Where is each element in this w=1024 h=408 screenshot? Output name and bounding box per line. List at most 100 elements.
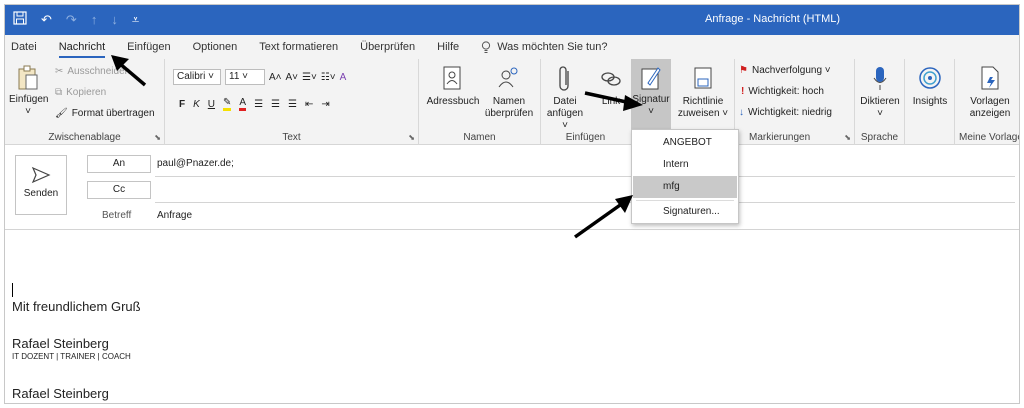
tab-ueberpruefen[interactable]: Überprüfen bbox=[360, 35, 415, 59]
bullets-icon[interactable]: ☰˅ bbox=[302, 72, 317, 83]
followup-button[interactable]: ⚑ Nachverfolgung ˅ bbox=[739, 65, 831, 76]
signature-name[interactable]: Rafael Steinberg bbox=[12, 336, 109, 351]
scissors-icon: ✂ bbox=[55, 66, 64, 77]
group-label-text: Text bbox=[282, 132, 301, 143]
font-color-icon[interactable]: A bbox=[239, 97, 247, 111]
signature-button[interactable]: Signatur ˅ bbox=[631, 59, 671, 129]
subject-field[interactable]: Anfrage bbox=[157, 210, 192, 221]
customize-qat-icon[interactable]: ⩡ bbox=[132, 12, 139, 28]
decrease-indent-icon[interactable]: ⇤ bbox=[305, 99, 313, 110]
italic-button[interactable]: K bbox=[193, 99, 200, 110]
clear-format-icon[interactable]: A bbox=[340, 72, 347, 83]
redo-icon[interactable]: ↷ bbox=[66, 12, 77, 28]
text-launcher-icon[interactable]: ⬊ bbox=[408, 133, 415, 142]
tab-text-formatieren[interactable]: Text formatieren bbox=[259, 35, 338, 59]
copy-button[interactable]: ⧉ Kopieren bbox=[55, 87, 106, 98]
addressbook-icon bbox=[443, 66, 461, 90]
tab-nachricht[interactable]: Nachricht bbox=[58, 35, 106, 59]
send-button[interactable]: Senden bbox=[15, 155, 67, 215]
tell-me-search[interactable]: Was möchten Sie tun? bbox=[481, 35, 607, 59]
numbering-icon[interactable]: ☷˅ bbox=[321, 72, 336, 83]
bold-button[interactable]: F bbox=[179, 99, 185, 110]
signature-item-signaturen[interactable]: Signaturen... bbox=[633, 201, 737, 223]
tab-einfuegen[interactable]: Einfügen bbox=[127, 35, 170, 59]
clipboard-launcher-icon[interactable]: ⬊ bbox=[154, 133, 161, 142]
align-right-icon[interactable]: ☰ bbox=[288, 99, 297, 110]
subject-label: Betreff bbox=[102, 210, 132, 221]
ribbon-tabs: Datei Nachricht Einfügen Optionen Text f… bbox=[5, 35, 1019, 59]
to-divider bbox=[155, 176, 1015, 177]
body-greeting[interactable]: Mit freundlichem Gruß bbox=[12, 299, 141, 314]
importance-high-button[interactable]: ! Wichtigkeit: hoch bbox=[741, 86, 824, 97]
underline-button[interactable]: U bbox=[208, 99, 215, 110]
signature-icon bbox=[641, 67, 661, 90]
dictate-dropdown-icon: ˅ bbox=[877, 108, 883, 119]
group-voice: Diktieren ˅ Sprache bbox=[855, 59, 905, 145]
font-size-select[interactable]: 11 ˅ bbox=[225, 69, 265, 85]
increase-indent-icon[interactable]: ⇥ bbox=[321, 99, 329, 110]
align-center-icon[interactable]: ☰ bbox=[271, 99, 280, 110]
format-painter-button[interactable]: 🖌 Format übertragen bbox=[55, 108, 155, 119]
ribbon: Einfügen ˅ ✂ Ausschneiden ⧉ Kopieren 🖌 Forma… bbox=[5, 59, 1019, 145]
format-row: F K U ✎ A ☰ ☰ ☰ ⇤ ⇥ bbox=[179, 97, 330, 111]
arrow-down-icon[interactable]: ↓ bbox=[111, 12, 118, 28]
group-tags: ⚑ Nachverfolgung ˅ ! Wichtigkeit: hoch ↓ Wi… bbox=[735, 59, 855, 145]
microphone-icon bbox=[873, 67, 887, 90]
importance-high-label: Wichtigkeit: hoch bbox=[748, 86, 824, 97]
tab-hilfe[interactable]: Hilfe bbox=[437, 35, 459, 59]
tab-datei[interactable]: Datei bbox=[11, 35, 37, 59]
flag-icon: ⚑ bbox=[739, 65, 748, 76]
cc-field[interactable] bbox=[157, 184, 1007, 198]
font-name-select[interactable]: Calibri ˅ bbox=[173, 69, 221, 85]
view-templates-button[interactable]: Vorlagen anzeigen bbox=[961, 65, 1019, 120]
save-icon[interactable] bbox=[13, 11, 27, 29]
templates-icon bbox=[981, 66, 999, 90]
cc-divider bbox=[155, 202, 1015, 203]
shrink-font-icon[interactable]: A˅ bbox=[286, 72, 299, 83]
to-button[interactable]: An bbox=[87, 155, 151, 173]
undo-icon[interactable]: ↶ bbox=[41, 12, 52, 28]
signature-dropdown-menu: ANGEBOT Intern mfg Signaturen... bbox=[631, 129, 739, 224]
paste-button[interactable]: Einfügen ˅ bbox=[9, 65, 48, 118]
addressbook-button[interactable]: Adressbuch bbox=[425, 65, 481, 108]
group-label-tags: Markierungen bbox=[749, 132, 854, 143]
to-field[interactable]: paul@Pnazer.de; bbox=[157, 158, 234, 169]
attach-file-button[interactable]: Datei anfügen ˅ bbox=[545, 65, 585, 132]
cc-button[interactable]: Cc bbox=[87, 181, 151, 199]
group-label-clipboard: Zwischenablage bbox=[48, 132, 121, 143]
format-painter-label: Format übertragen bbox=[71, 108, 155, 119]
tags-launcher-icon[interactable]: ⬊ bbox=[844, 133, 851, 142]
paste-dropdown-icon: ˅ bbox=[25, 106, 31, 117]
group-label-insert: Einfügen bbox=[565, 132, 606, 143]
link-button[interactable]: Link bbox=[593, 65, 629, 108]
signature-title[interactable]: IT DOZENT | TRAINER | COACH bbox=[12, 352, 131, 361]
quick-access-toolbar: ↶ ↷ ↑ ↓ ⩡ bbox=[13, 11, 139, 29]
attach-file-label-1: Datei bbox=[553, 96, 577, 107]
cut-button[interactable]: ✂ Ausschneiden bbox=[55, 66, 130, 77]
send-icon bbox=[31, 166, 51, 184]
signature-item-intern[interactable]: Intern bbox=[633, 154, 737, 176]
arrow-up-icon[interactable]: ↑ bbox=[91, 12, 98, 28]
assign-policy-button[interactable]: Richtlinie zuweisen ˅ bbox=[673, 65, 733, 120]
lightbulb-icon bbox=[482, 40, 491, 53]
align-left-icon[interactable]: ☰ bbox=[254, 99, 263, 110]
insights-button[interactable]: Insights bbox=[907, 65, 953, 108]
signature-name-2[interactable]: Rafael Steinberg bbox=[12, 386, 109, 401]
clipboard-icon bbox=[18, 65, 38, 90]
check-names-button[interactable]: Namen überprüfen bbox=[481, 65, 537, 120]
signature-item-angebot[interactable]: ANGEBOT bbox=[633, 132, 737, 154]
group-templates: Vorlagenanzeigen Meine Vorlagen bbox=[955, 59, 1019, 145]
importance-low-label: Wichtigkeit: niedrig bbox=[748, 107, 832, 118]
dictate-label: Diktieren bbox=[860, 96, 900, 107]
grow-font-icon[interactable]: A˄ bbox=[269, 72, 282, 83]
group-names: Adressbuch Namen überprüfen Namen bbox=[419, 59, 541, 145]
tab-optionen[interactable]: Optionen bbox=[193, 35, 238, 59]
dictate-button[interactable]: Diktieren ˅ bbox=[857, 65, 903, 120]
check-names-icon bbox=[498, 67, 518, 88]
signature-label: Signatur bbox=[632, 94, 670, 105]
importance-low-button[interactable]: ↓ Wichtigkeit: niedrig bbox=[739, 107, 832, 118]
signature-item-mfg[interactable]: mfg bbox=[633, 176, 737, 198]
highlight-icon[interactable]: ✎ bbox=[223, 97, 232, 111]
group-clipboard: Einfügen ˅ ✂ Ausschneiden ⧉ Kopieren 🖌 Forma… bbox=[5, 59, 165, 145]
view-templates-label-2: anzeigen bbox=[969, 108, 1011, 119]
